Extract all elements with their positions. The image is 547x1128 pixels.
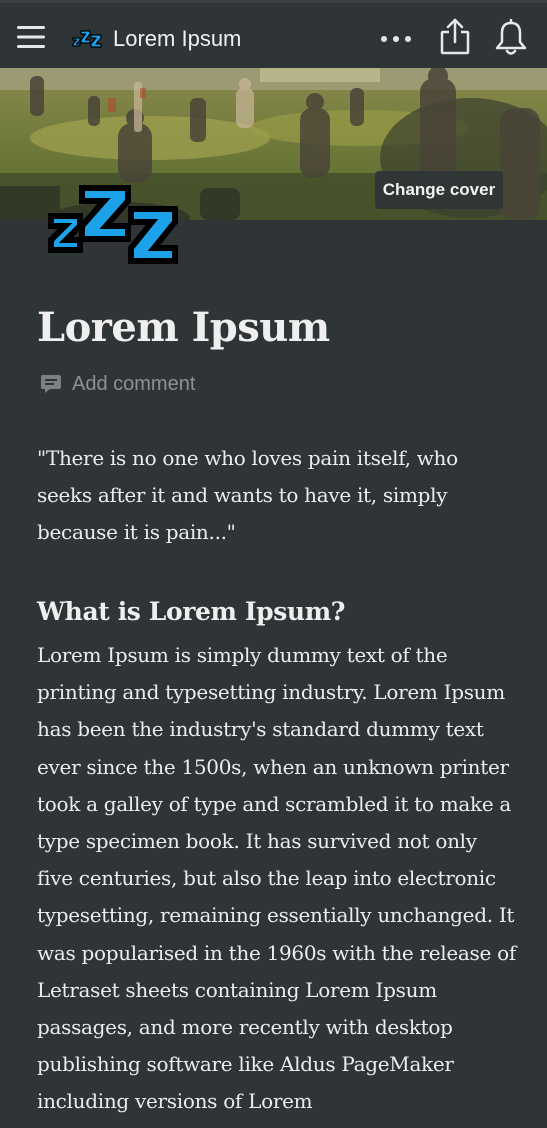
app-title[interactable]: Lorem Ipsum <box>113 25 241 53</box>
section-heading[interactable]: What is Lorem Ipsum? <box>37 595 517 629</box>
share-icon[interactable] <box>438 17 472 57</box>
zzz-icon[interactable] <box>46 182 180 266</box>
zzz-icon <box>72 30 102 48</box>
quote-block[interactable]: "There is no one who loves pain itself, … <box>37 440 517 551</box>
more-dots-icon[interactable] <box>378 25 414 53</box>
bell-icon[interactable] <box>493 19 529 57</box>
add-comment-label: Add comment <box>72 372 196 395</box>
comment-icon <box>41 375 61 393</box>
change-cover-button[interactable]: Change cover <box>375 171 503 209</box>
hamburger-menu-icon[interactable] <box>16 24 46 50</box>
page-title[interactable]: Lorem Ipsum <box>37 300 330 356</box>
page-content: "There is no one who loves pain itself, … <box>37 440 517 1121</box>
top-bar: Lorem Ipsum <box>0 0 547 68</box>
body-paragraph[interactable]: Lorem Ipsum is simply dummy text of the … <box>37 637 517 1121</box>
add-comment-button[interactable]: Add comment <box>40 369 195 399</box>
